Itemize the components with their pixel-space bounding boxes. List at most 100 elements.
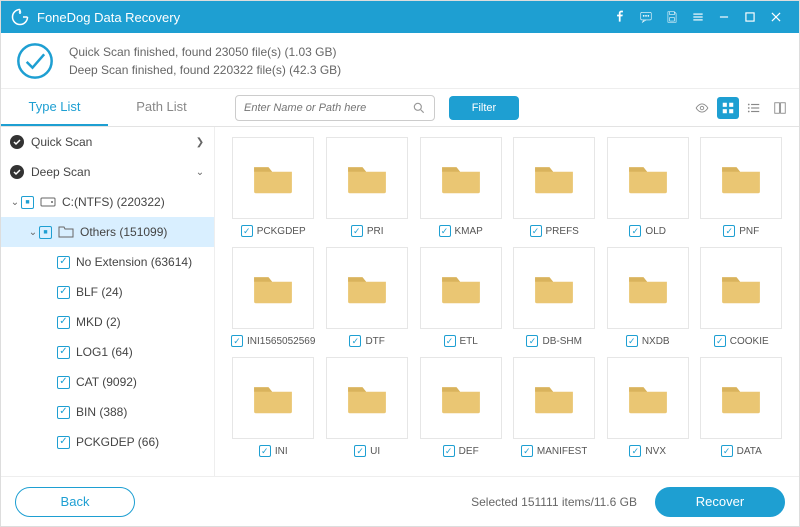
item-name: NVX: [645, 446, 666, 457]
checkbox[interactable]: [57, 256, 70, 269]
grid-item[interactable]: INI1565052569: [231, 247, 315, 347]
checkbox[interactable]: [521, 445, 533, 457]
grid-item[interactable]: PCKGDEP: [231, 137, 315, 237]
node-quick-scan[interactable]: Quick Scan ❯: [1, 127, 214, 157]
grid-item[interactable]: DEF: [419, 357, 503, 457]
filter-button[interactable]: Filter: [449, 96, 519, 120]
checkbox[interactable]: [259, 445, 271, 457]
thumbnail: [420, 137, 502, 219]
checkbox[interactable]: [444, 335, 456, 347]
checkbox[interactable]: [714, 335, 726, 347]
tree-child[interactable]: LOG1 (64): [1, 337, 214, 367]
recover-button[interactable]: Recover: [655, 487, 785, 517]
facebook-icon[interactable]: [607, 1, 633, 33]
search-input[interactable]: [244, 102, 412, 114]
search-box[interactable]: [235, 95, 435, 121]
sidebar: Quick Scan ❯ Deep Scan ⌄ ⌄ C:(NTFS) (220…: [1, 127, 215, 476]
checkbox[interactable]: [721, 445, 733, 457]
checkbox[interactable]: [21, 196, 34, 209]
thumbnail: [420, 357, 502, 439]
checkbox[interactable]: [57, 436, 70, 449]
feedback-icon[interactable]: [633, 1, 659, 33]
node-deep-scan[interactable]: Deep Scan ⌄: [1, 157, 214, 187]
checkbox[interactable]: [629, 225, 641, 237]
tab-path-list[interactable]: Path List: [108, 89, 215, 126]
item-name: PNF: [739, 226, 759, 237]
tree-child[interactable]: BLF (24): [1, 277, 214, 307]
preview-icon[interactable]: [691, 97, 713, 119]
scan-status: Quick Scan finished, found 23050 file(s)…: [1, 33, 799, 89]
checkbox[interactable]: [354, 445, 366, 457]
item-name: PRI: [367, 226, 384, 237]
grid-item[interactable]: OLD: [606, 137, 690, 237]
item-name: INI: [275, 446, 288, 457]
back-button[interactable]: Back: [15, 487, 135, 517]
grid-item[interactable]: PREFS: [512, 137, 596, 237]
grid-item[interactable]: PNF: [699, 137, 783, 237]
file-grid: PCKGDEP PRI KMAP PREFSOLD PNF INI1565052569DT…: [215, 127, 799, 476]
grid-item[interactable]: COOKIE: [699, 247, 783, 347]
checkbox[interactable]: [439, 225, 451, 237]
checkbox[interactable]: [351, 225, 363, 237]
tree-child[interactable]: No Extension (63614): [1, 247, 214, 277]
grid-item[interactable]: KMAP: [419, 137, 503, 237]
chevron-right-icon: ❯: [194, 137, 206, 148]
checkbox[interactable]: [443, 445, 455, 457]
grid-item[interactable]: UI: [325, 357, 409, 457]
checkbox[interactable]: [231, 335, 243, 347]
checkbox[interactable]: [57, 316, 70, 329]
checkbox[interactable]: [626, 335, 638, 347]
folder-icon: [58, 224, 74, 240]
close-button[interactable]: [763, 1, 789, 33]
tree-child[interactable]: BIN (388): [1, 397, 214, 427]
grid-item[interactable]: DB-SHM: [512, 247, 596, 347]
status-quick-scan: Quick Scan finished, found 23050 file(s)…: [69, 43, 341, 61]
tree-child[interactable]: MKD (2): [1, 307, 214, 337]
item-name: NXDB: [642, 336, 670, 347]
checkbox[interactable]: [241, 225, 253, 237]
checkbox[interactable]: [629, 445, 641, 457]
thumbnail: [700, 247, 782, 329]
grid-item[interactable]: DATA: [699, 357, 783, 457]
grid-item[interactable]: PRI: [325, 137, 409, 237]
tab-type-list[interactable]: Type List: [1, 89, 108, 126]
grid-item[interactable]: MANIFEST: [512, 357, 596, 457]
minimize-button[interactable]: [711, 1, 737, 33]
grid-item[interactable]: DTF: [325, 247, 409, 347]
item-name: KMAP: [455, 226, 483, 237]
drive-icon: [40, 194, 56, 210]
save-icon[interactable]: [659, 1, 685, 33]
item-name: UI: [370, 446, 380, 457]
grid-item[interactable]: INI: [231, 357, 315, 457]
checkbox[interactable]: [723, 225, 735, 237]
checkbox[interactable]: [530, 225, 542, 237]
item-name: COOKIE: [730, 336, 769, 347]
checkbox[interactable]: [57, 406, 70, 419]
view-grid-icon[interactable]: [717, 97, 739, 119]
tree-child[interactable]: PCKGDEP (66): [1, 427, 214, 457]
node-label: BIN (388): [76, 405, 127, 419]
thumbnail: [420, 247, 502, 329]
item-name: DB-SHM: [542, 336, 581, 347]
grid-item[interactable]: NXDB: [606, 247, 690, 347]
thumbnail: [607, 137, 689, 219]
node-label: MKD (2): [76, 315, 121, 329]
item-name: PCKGDEP: [257, 226, 306, 237]
tree-child[interactable]: CAT (9092): [1, 367, 214, 397]
checkbox[interactable]: [349, 335, 361, 347]
maximize-button[interactable]: [737, 1, 763, 33]
view-list-icon[interactable]: [743, 97, 765, 119]
checkbox[interactable]: [57, 286, 70, 299]
checkbox[interactable]: [57, 376, 70, 389]
menu-icon[interactable]: [685, 1, 711, 33]
node-label: No Extension (63614): [76, 255, 192, 269]
node-drive[interactable]: ⌄ C:(NTFS) (220322): [1, 187, 214, 217]
view-detail-icon[interactable]: [769, 97, 791, 119]
checkbox[interactable]: [57, 346, 70, 359]
node-others[interactable]: ⌄ Others (151099): [1, 217, 214, 247]
thumbnail: [326, 357, 408, 439]
grid-item[interactable]: NVX: [606, 357, 690, 457]
checkbox[interactable]: [39, 226, 52, 239]
grid-item[interactable]: ETL: [419, 247, 503, 347]
checkbox[interactable]: [526, 335, 538, 347]
